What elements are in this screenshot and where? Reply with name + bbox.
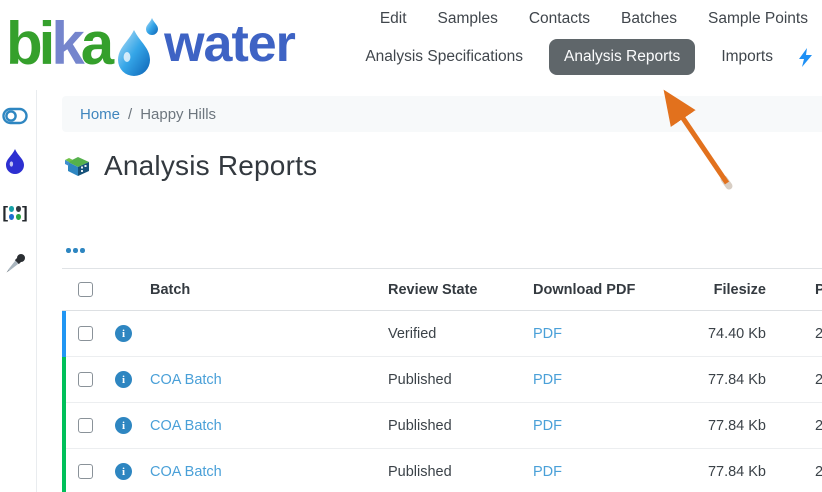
lightning-icon[interactable] bbox=[799, 48, 812, 67]
filesize-cell: 74.40 Kb bbox=[693, 311, 778, 357]
nav-item-imports[interactable]: Imports bbox=[721, 48, 773, 66]
row-checkbox[interactable] bbox=[78, 464, 93, 479]
column-header-filesize[interactable]: Filesize bbox=[693, 269, 778, 311]
download-pdf-cell: PDF bbox=[533, 357, 693, 403]
batch-cell: COA Batch bbox=[150, 357, 388, 403]
content-area: Home / Happy Hills Analysis Reports bbox=[37, 90, 822, 492]
table-row: i Verified PDF 74.40 Kb 2 bbox=[62, 311, 822, 357]
filesize-cell: 77.84 Kb bbox=[693, 449, 778, 492]
row-select-cell bbox=[62, 403, 104, 449]
batch-cell: COA Batch bbox=[150, 449, 388, 492]
reports-cube-icon bbox=[64, 154, 91, 179]
logo-letter-bi: bi bbox=[6, 10, 51, 77]
filesize-cell: 77.84 Kb bbox=[693, 357, 778, 403]
analysis-reports-table: Batch Review State Download PDF Filesize… bbox=[62, 268, 822, 492]
breadcrumb: Home / Happy Hills bbox=[62, 96, 822, 132]
nav-row-bottom: Analysis Specifications Analysis Reports… bbox=[365, 39, 812, 75]
table-row: i COA Batch Published PDF 77.84 Kb 2 bbox=[62, 403, 822, 449]
info-icon[interactable]: i bbox=[115, 325, 132, 342]
row-checkbox[interactable] bbox=[78, 326, 93, 341]
logo-letter-a: a bbox=[81, 10, 110, 77]
logo-bika-text: bika bbox=[6, 4, 110, 84]
analysis-reports-page: bika water Edit Samples Contacts Batches… bbox=[0, 0, 822, 492]
column-header-download-pdf[interactable]: Download PDF bbox=[533, 269, 693, 311]
batch-link[interactable]: COA Batch bbox=[150, 372, 222, 388]
row-select-cell bbox=[62, 357, 104, 403]
published-cell-clipped: 2 bbox=[778, 311, 822, 357]
review-state-cell: Published bbox=[388, 449, 533, 492]
download-pdf-cell: PDF bbox=[533, 403, 693, 449]
nav-item-batches[interactable]: Batches bbox=[621, 9, 677, 29]
column-header-batch[interactable]: Batch bbox=[150, 269, 388, 311]
batch-cell: COA Batch bbox=[150, 403, 388, 449]
pdf-link[interactable]: PDF bbox=[533, 326, 562, 342]
bika-water-logo[interactable]: bika water bbox=[6, 4, 295, 84]
table-header-row: Batch Review State Download PDF Filesize… bbox=[62, 269, 822, 311]
row-checkbox[interactable] bbox=[78, 418, 93, 433]
nav-item-sample-points[interactable]: Sample Points bbox=[708, 9, 808, 29]
nav-item-edit[interactable]: Edit bbox=[380, 9, 407, 29]
review-state-cell: Published bbox=[388, 403, 533, 449]
breadcrumb-current: Happy Hills bbox=[140, 106, 216, 123]
batch-link[interactable]: COA Batch bbox=[150, 464, 222, 480]
info-icon[interactable]: i bbox=[115, 463, 132, 480]
row-info-cell: i bbox=[104, 311, 150, 357]
pdf-link[interactable]: PDF bbox=[533, 464, 562, 480]
filesize-cell: 77.84 Kb bbox=[693, 403, 778, 449]
column-header-review-state[interactable]: Review State bbox=[388, 269, 533, 311]
breadcrumb-separator: / bbox=[128, 106, 132, 123]
toggle-icon[interactable] bbox=[2, 103, 28, 129]
select-all-cell bbox=[62, 269, 104, 311]
page-title-block: Analysis Reports bbox=[64, 150, 317, 182]
main-navigation: Edit Samples Contacts Batches Sample Poi… bbox=[365, 0, 822, 75]
reports-table-wrap: Batch Review State Download PDF Filesize… bbox=[62, 268, 822, 492]
ellipsis-icon[interactable] bbox=[64, 246, 87, 255]
left-sidebar: [] bbox=[0, 90, 37, 492]
published-cell-clipped: 2 bbox=[778, 449, 822, 492]
page-title: Analysis Reports bbox=[104, 150, 317, 182]
logo-water-text: water bbox=[164, 4, 295, 84]
table-row: i COA Batch Published PDF 77.84 Kb 2 bbox=[62, 449, 822, 492]
batch-cell bbox=[150, 311, 388, 357]
row-select-cell bbox=[62, 311, 104, 357]
published-cell-clipped: 2 bbox=[778, 357, 822, 403]
top-header: bika water Edit Samples Contacts Batches… bbox=[0, 0, 822, 90]
row-info-cell: i bbox=[104, 403, 150, 449]
download-pdf-cell: PDF bbox=[533, 311, 693, 357]
water-drop-logo-icon bbox=[116, 16, 160, 78]
row-checkbox[interactable] bbox=[78, 372, 93, 387]
review-state-cell: Verified bbox=[388, 311, 533, 357]
nav-item-analysis-reports-active[interactable]: Analysis Reports bbox=[549, 39, 695, 75]
nav-item-samples[interactable]: Samples bbox=[438, 9, 498, 29]
pipette-icon[interactable] bbox=[2, 251, 28, 277]
water-drop-icon[interactable] bbox=[2, 148, 28, 174]
nav-item-contacts[interactable]: Contacts bbox=[529, 9, 590, 29]
info-icon[interactable]: i bbox=[115, 417, 132, 434]
download-pdf-cell: PDF bbox=[533, 449, 693, 492]
published-cell-clipped: 2 bbox=[778, 403, 822, 449]
table-row: i COA Batch Published PDF 77.84 Kb 2 bbox=[62, 357, 822, 403]
row-info-cell: i bbox=[104, 357, 150, 403]
info-icon[interactable]: i bbox=[115, 371, 132, 388]
column-header-published-clipped[interactable]: P bbox=[778, 269, 822, 311]
breadcrumb-home-link[interactable]: Home bbox=[80, 106, 120, 123]
nav-item-analysis-specifications[interactable]: Analysis Specifications bbox=[365, 48, 523, 66]
review-state-cell: Published bbox=[388, 357, 533, 403]
batch-link[interactable]: COA Batch bbox=[150, 418, 222, 434]
select-all-checkbox[interactable] bbox=[78, 282, 93, 297]
nav-row-top: Edit Samples Contacts Batches Sample Poi… bbox=[365, 9, 812, 29]
row-select-cell bbox=[62, 449, 104, 492]
pdf-link[interactable]: PDF bbox=[533, 418, 562, 434]
sample-drops-brackets-icon[interactable]: [] bbox=[2, 200, 28, 226]
row-info-cell: i bbox=[104, 449, 150, 492]
logo-letter-k: k bbox=[51, 10, 80, 77]
info-header-cell bbox=[104, 269, 150, 311]
pdf-link[interactable]: PDF bbox=[533, 372, 562, 388]
